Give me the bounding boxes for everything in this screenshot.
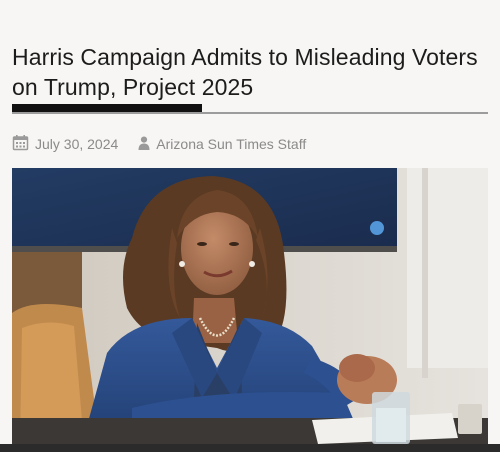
article-photo[interactable] [12,168,488,444]
person-icon [138,136,150,153]
bottom-edge-bar [0,444,500,452]
article: Harris Campaign Admits to Misleading Vot… [0,0,500,452]
title-divider [12,112,488,114]
calendar-icon [12,134,29,154]
date-meta: July 30, 2024 [12,134,118,154]
article-date: July 30, 2024 [35,136,119,152]
article-author[interactable]: Arizona Sun Times Staff [156,136,306,152]
author-meta: Arizona Sun Times Staff [138,136,306,153]
article-meta: July 30, 2024 Arizona Sun Times Staff [12,134,326,154]
article-headline[interactable]: Harris Campaign Admits to Misleading Vot… [12,42,488,102]
